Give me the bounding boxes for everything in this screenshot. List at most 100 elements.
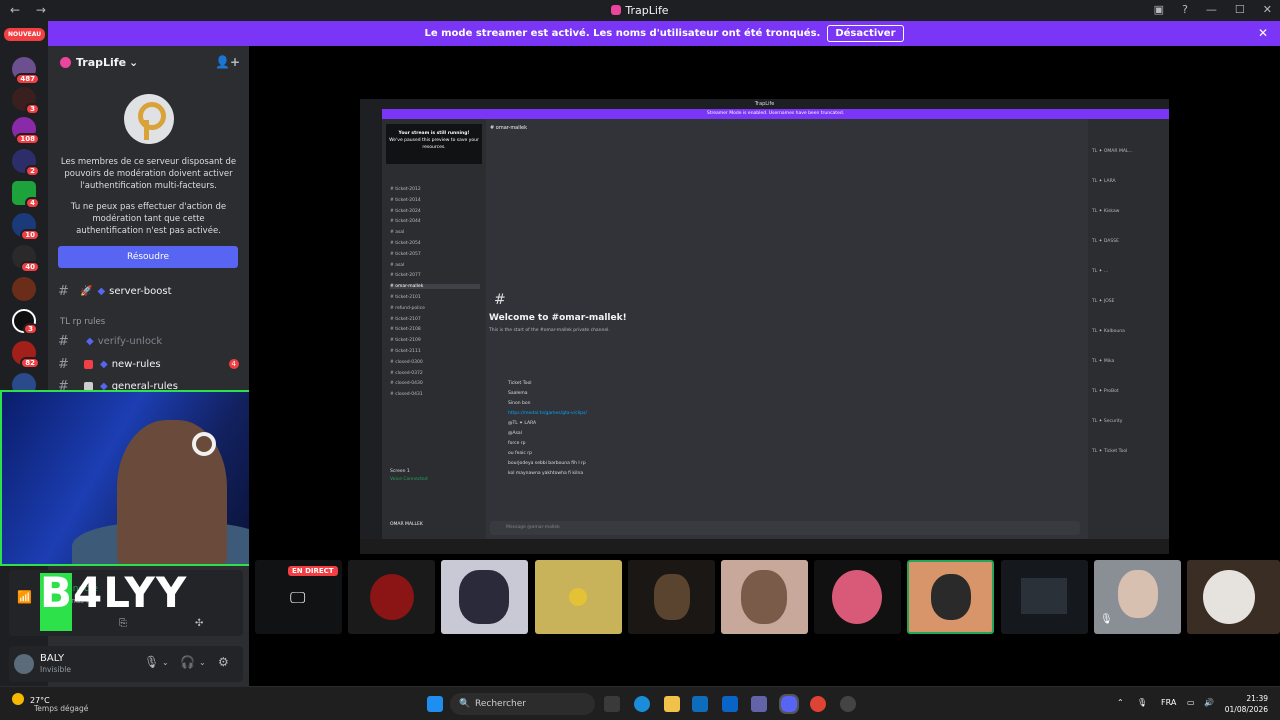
server-icon[interactable]: 3 <box>12 87 40 115</box>
discord-icon[interactable] <box>779 694 799 714</box>
obs-icon[interactable] <box>840 696 856 712</box>
sun-icon <box>12 693 24 705</box>
participant-tile[interactable]: 🎙 <box>1094 560 1181 634</box>
outlook-icon[interactable] <box>722 696 738 712</box>
stream-member: TL ✦ Ticket Tool <box>1092 449 1128 454</box>
resolve-button[interactable]: Résoudre <box>58 246 238 268</box>
participant-tile[interactable] <box>628 560 715 634</box>
server-icon[interactable] <box>12 277 36 301</box>
stream-message: @TL ✦ LARA <box>508 421 537 426</box>
chrome-icon[interactable] <box>810 696 826 712</box>
username: BALY <box>40 653 65 664</box>
participant-tile[interactable] <box>441 560 528 634</box>
user-panel: BALY Invisible 🎙 ⌄ 🎧 ⌄ ⚙ <box>9 646 243 682</box>
disable-streamer-mode-button[interactable]: Désactiver <box>827 25 904 42</box>
stream-screen-label: Screen 1 <box>390 469 410 474</box>
edge-icon[interactable] <box>634 696 650 712</box>
server-icon[interactable]: 2 <box>12 149 40 177</box>
taskbar-search[interactable]: 🔍 Rechercher <box>450 693 595 715</box>
stream-member: TL ✦ JOSE <box>1092 299 1115 304</box>
windows-start-icon[interactable] <box>427 696 443 712</box>
participant-tile[interactable] <box>721 560 808 634</box>
input-language[interactable]: FRA <box>1161 698 1176 707</box>
stream-message: force rp <box>508 441 526 446</box>
stream-channel-item: # closed-0372 <box>390 370 423 376</box>
chevron-down-icon[interactable]: ⌄ <box>199 658 206 667</box>
channel-new-rules[interactable]: # ◆ new-rules 4 <box>58 355 249 373</box>
tray-chevron-icon[interactable]: ⌃ <box>1117 698 1124 707</box>
stream-channel-item: # ticket-2012 <box>390 187 421 192</box>
participant-tile[interactable] <box>1001 560 1088 634</box>
shared-screen[interactable]: TrapLife Streamer Mode is enabled. Usern… <box>360 99 1169 554</box>
stream-channel-header-text: omar-mallek <box>495 125 527 131</box>
screen-icon: 🖵 <box>290 588 306 607</box>
stream-channel-item: # ticket-2014 <box>390 197 421 203</box>
maximize-button[interactable]: ☐ <box>1235 3 1245 16</box>
server-header[interactable]: TrapLife ⌄ 👤+ <box>48 46 249 78</box>
participant-tile[interactable] <box>348 560 435 634</box>
participant-tile-speaking[interactable] <box>907 560 994 634</box>
channel-server-boost[interactable]: # 🚀 ◆ server-boost <box>58 282 249 300</box>
server-icon[interactable]: 3 <box>12 309 38 335</box>
participant-tile[interactable] <box>535 560 622 634</box>
stream-channel-item: # ticket-2077 <box>390 273 421 279</box>
stream-channel-item: # ticket-2057 <box>390 251 421 257</box>
channel-verify-unlock[interactable]: # ◆ verify-unlock <box>58 332 249 350</box>
avatar <box>654 574 690 620</box>
stream-message: ou feaic rp <box>508 451 533 456</box>
server-badge: 82 <box>20 357 40 369</box>
activity-icon[interactable]: ✣ <box>195 618 203 629</box>
file-explorer-icon[interactable] <box>664 696 680 712</box>
avatar[interactable] <box>14 654 34 674</box>
server-icon[interactable]: 487 <box>12 57 40 85</box>
stream-channel-item: # closed-0430 <box>390 381 423 387</box>
help-icon[interactable]: ? <box>1182 3 1188 16</box>
tray-mic-icon[interactable]: 🎙 <box>1137 698 1147 707</box>
microphone-icon[interactable]: 🎙 <box>144 655 159 669</box>
stream-member: TL ✦ DASSE <box>1092 239 1119 244</box>
rules-icon <box>84 359 93 369</box>
server-icon[interactable]: 10 <box>12 213 40 241</box>
participant-tile[interactable] <box>1187 560 1280 634</box>
window-title: TrapLife <box>0 4 1280 17</box>
stream-channel-item: # ticket-2108 <box>390 327 421 333</box>
teams-icon[interactable] <box>751 696 767 712</box>
store-icon[interactable] <box>692 696 708 712</box>
headphones-icon[interactable]: 🎧 <box>180 655 195 669</box>
mention-badge: 4 <box>228 359 239 369</box>
banner-text: Le mode streamer est activé. Les noms d'… <box>424 28 821 39</box>
server-icon[interactable]: 40 <box>12 245 40 273</box>
close-window-button[interactable]: ✕ <box>1263 3 1272 16</box>
stream-message: Ticket Tool <box>508 381 532 386</box>
new-badge: NOUVEAU <box>4 28 46 41</box>
server-icon[interactable]: 108 <box>12 117 40 145</box>
screen-share-icon[interactable]: ⎘ <box>119 618 127 629</box>
stream-channel-item: # asal <box>390 262 405 268</box>
participant-tile[interactable] <box>814 560 901 634</box>
server-icon[interactable]: 82 <box>12 341 40 369</box>
avatar <box>1021 578 1067 614</box>
server-icon[interactable]: 4 <box>12 181 40 209</box>
inbox-icon[interactable]: ▣ <box>1154 3 1164 16</box>
minimize-button[interactable]: — <box>1206 3 1217 16</box>
chevron-down-icon: ⌄ <box>129 55 139 69</box>
server-logo-icon <box>60 56 71 68</box>
stream-welcome: Welcome to #omar-mallek! <box>489 313 627 323</box>
task-view-icon[interactable] <box>604 696 620 712</box>
user-status: Invisible <box>40 665 71 674</box>
clock[interactable]: 21:39 01/08/2026 <box>1225 693 1268 715</box>
chevron-down-icon[interactable]: ⌄ <box>162 658 169 667</box>
category-tl-rp-rules[interactable]: TL rp rules <box>60 317 105 327</box>
invite-icon[interactable]: 👤+ <box>215 55 240 69</box>
stream-message-input: Message @omar-mallek <box>490 521 1080 535</box>
volume-icon[interactable]: 🔊 <box>1204 698 1214 707</box>
weather-widget[interactable]: 27°C Temps dégagé <box>12 693 88 713</box>
diamond-icon: ◆ <box>86 335 94 347</box>
stream-titlebar: TrapLife <box>360 99 1169 109</box>
search-placeholder: Rechercher <box>475 699 526 709</box>
stream-message: Saalema <box>508 391 528 396</box>
banner-close-icon[interactable]: ✕ <box>1258 26 1268 40</box>
network-icon[interactable]: ▭ <box>1187 698 1195 707</box>
stream-channel-item: # ticket-2111 <box>390 349 421 354</box>
settings-gear-icon[interactable]: ⚙ <box>218 655 229 669</box>
